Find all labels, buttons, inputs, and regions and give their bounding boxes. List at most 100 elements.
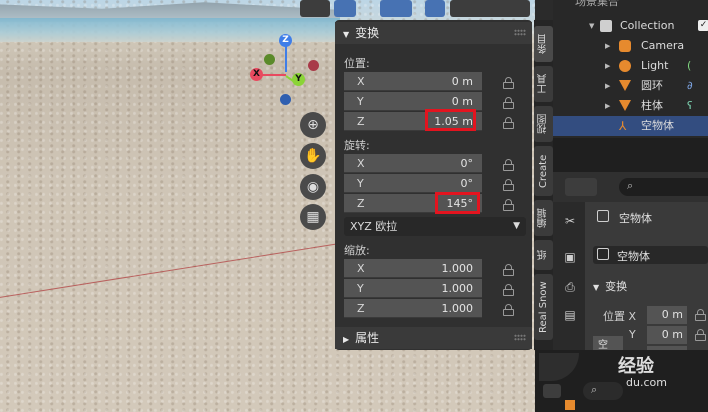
rotation-x-field[interactable]: X 0° [344, 154, 482, 173]
gizmo-neg-z[interactable] [280, 94, 291, 105]
mesh-object-icon [619, 80, 631, 91]
tab-real-snow[interactable]: Real Snow [534, 274, 553, 340]
pan-hand-icon[interactable]: ✋ [300, 143, 326, 169]
outliner-item-light[interactable]: ▶ Light ( [553, 56, 708, 76]
scale-x-field[interactable]: X 1.000 [344, 259, 482, 278]
lock-icon[interactable] [694, 329, 708, 341]
outliner-item-camera[interactable]: ▶ Camera [553, 36, 708, 56]
properties-section-header[interactable]: ▶ 属性 [335, 327, 532, 349]
scale-z-field[interactable]: Z 1.000 [344, 299, 482, 318]
object-icon [597, 248, 609, 260]
properties-header: ⌕ [553, 172, 708, 202]
transform-section-header[interactable]: ▼ 变换 [335, 22, 532, 44]
shading-buttons[interactable] [450, 0, 530, 17]
gizmo-x-axis[interactable]: X [250, 68, 263, 81]
scale-y-field[interactable]: Y 1.000 [344, 279, 482, 298]
gizmo-neg-y[interactable] [264, 54, 275, 65]
rotation-y-field[interactable]: Y 0° [344, 174, 482, 193]
gizmo-neg-x[interactable] [308, 60, 319, 71]
lock-icon[interactable] [694, 309, 708, 321]
timeline-search-input[interactable]: ⌕ [583, 382, 623, 400]
object-name-field[interactable]: 空物体 [593, 246, 708, 264]
tab-edit[interactable]: 编辑 [534, 200, 553, 236]
search-icon: ⌕ [627, 179, 634, 192]
outliner-item-empty[interactable]: ⅄ 空物体 [553, 116, 708, 136]
view-layer-icon[interactable]: ▤ [561, 306, 579, 324]
tab-create[interactable]: Create [534, 146, 553, 196]
select-mode-button[interactable] [300, 0, 330, 17]
expand-icon: ▶ [605, 62, 611, 70]
rotation-mode-select[interactable]: XYZ 欧拉 ▼ [344, 217, 526, 236]
overlay-button[interactable] [380, 0, 412, 17]
outliner: 场景集合 ▼ Collection ✓ ▶ Camera ▶ Light ( ▶… [553, 0, 708, 138]
output-icon[interactable]: ⎙ [561, 278, 579, 296]
zoom-icon[interactable]: ⊕ [300, 112, 326, 138]
light-data-icon[interactable]: ( [687, 56, 691, 76]
drag-grip-icon[interactable] [514, 334, 526, 341]
gizmo-z-axis[interactable]: Z [279, 34, 292, 47]
drag-grip-icon[interactable] [514, 29, 526, 36]
mesh-data-icon[interactable]: ʕ [687, 96, 693, 116]
tool-settings-icon[interactable]: ✂ [561, 212, 579, 230]
modifier-icon[interactable]: ∂ [687, 76, 693, 96]
prop-location-y-field[interactable]: 0 m [647, 326, 687, 344]
location-x-field[interactable]: X0 m [344, 72, 482, 91]
lock-icon[interactable] [502, 179, 516, 191]
rotation-label: 旋转: [344, 139, 370, 152]
outliner-item-torus[interactable]: ▶ 圆环 ∂ [553, 76, 708, 96]
keyframe-icon [565, 400, 575, 410]
lock-icon[interactable] [502, 199, 516, 211]
camera-view-icon[interactable]: ◉ [300, 174, 326, 200]
x-axis-line [0, 240, 356, 301]
highlight-box [425, 109, 476, 131]
location-x-label: 位置 X [603, 310, 637, 323]
properties-transform-header[interactable]: ▼ 变换 [593, 278, 627, 294]
tab-paper[interactable]: 纸 [534, 240, 553, 270]
empty-object-icon: ⅄ [619, 119, 627, 133]
properties-search-input[interactable]: ⌕ [619, 178, 708, 196]
transform-gizmo-button[interactable] [334, 0, 356, 17]
location-label: 位置: [344, 57, 370, 70]
editor-type-button[interactable] [565, 178, 597, 196]
light-icon [619, 60, 631, 72]
collapse-icon: ▼ [589, 22, 595, 30]
object-icon [597, 210, 609, 222]
outliner-scene-collection[interactable]: 场景集合 [553, 0, 708, 12]
collection-icon [600, 20, 612, 32]
watermark-logo: 经验 [618, 356, 654, 377]
expand-icon: ▶ [605, 42, 611, 50]
prop-location-x-field[interactable]: 0 m [647, 306, 687, 324]
mesh-object-icon [619, 100, 631, 111]
scale-label: 缩放: [344, 244, 370, 257]
xray-button[interactable] [425, 0, 445, 17]
perspective-grid-icon[interactable]: ▦ [300, 204, 326, 230]
expand-icon: ▶ [605, 82, 611, 90]
editor-corner [539, 353, 579, 381]
lock-icon[interactable] [502, 77, 516, 89]
gizmo-y-axis[interactable]: Y [292, 73, 305, 86]
lock-icon[interactable] [502, 264, 516, 276]
watermark-url: du.com [626, 376, 667, 389]
chevron-down-icon: ▼ [513, 221, 520, 231]
checkbox-icon[interactable]: ✓ [698, 20, 708, 31]
partial-field[interactable]: 空 [593, 336, 623, 351]
expand-icon: ▶ [605, 102, 611, 110]
camera-icon [619, 40, 631, 52]
tab-tool[interactable]: 工具 [534, 66, 553, 102]
sidebar-tabs: 条目 工具 视图 Create 编辑 纸 Real Snow [534, 20, 553, 350]
viewport-header [300, 0, 535, 18]
outliner-item-collection[interactable]: ▼ Collection ✓ [553, 16, 708, 36]
outliner-item-cylinder[interactable]: ▶ 柱体 ʕ [553, 96, 708, 116]
render-icon[interactable]: ▣ [561, 248, 579, 266]
tab-item[interactable]: 条目 [534, 26, 553, 62]
lock-icon[interactable] [502, 304, 516, 316]
editor-separator [553, 138, 708, 172]
location-y-label: Y [629, 328, 636, 341]
lock-icon[interactable] [502, 97, 516, 109]
lock-icon[interactable] [502, 284, 516, 296]
editor-type-button[interactable] [543, 384, 561, 398]
lock-icon[interactable] [502, 159, 516, 171]
lock-icon[interactable] [502, 117, 516, 129]
properties-object-name: 空物体 [619, 212, 652, 225]
tab-view[interactable]: 视图 [534, 106, 553, 142]
